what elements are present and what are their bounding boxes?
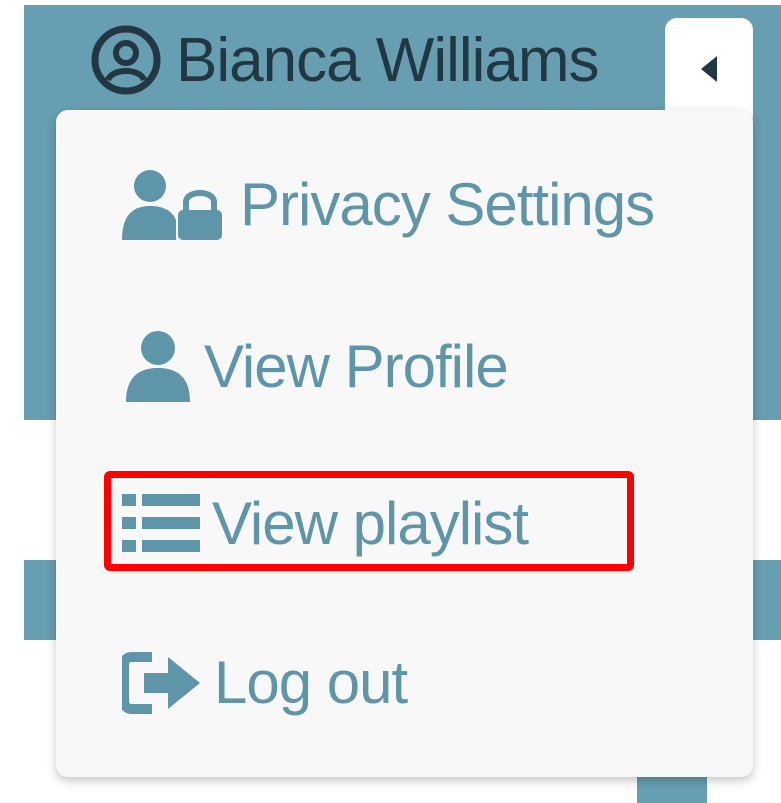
caret-left-icon: [699, 54, 719, 89]
user-lock-icon: [122, 168, 230, 240]
user-circle-icon: [90, 24, 162, 96]
menu-item-view-playlist[interactable]: View playlist: [122, 488, 529, 558]
user-menu-toggle[interactable]: Bianca Williams: [90, 20, 600, 100]
menu-item-label: View Profile: [204, 332, 509, 400]
user-icon: [122, 330, 194, 402]
menu-item-privacy-settings[interactable]: Privacy Settings: [122, 168, 655, 240]
menu-item-view-profile[interactable]: View Profile: [122, 330, 509, 402]
menu-item-label: Privacy Settings: [240, 170, 655, 238]
sign-out-icon: [122, 651, 204, 715]
menu-item-log-out[interactable]: Log out: [122, 648, 408, 717]
list-icon: [122, 488, 202, 558]
menu-item-label: View playlist: [212, 489, 529, 557]
menu-item-label: Log out: [214, 649, 408, 716]
user-name: Bianca Williams: [176, 25, 600, 95]
user-dropdown-menu: Privacy Settings View Profile View playl…: [56, 110, 753, 777]
